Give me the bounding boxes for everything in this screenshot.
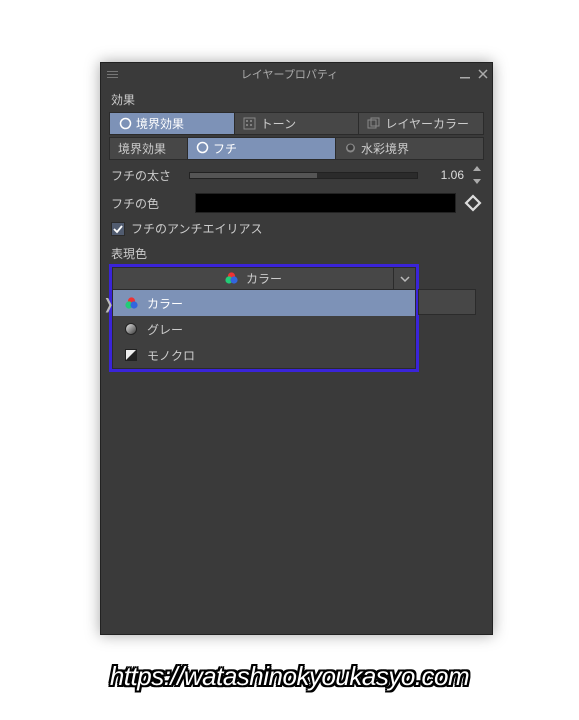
border-effect-subtabs: 境界効果 フチ 水彩境界 <box>109 137 484 160</box>
circle-icon <box>118 117 132 131</box>
subtab-watercolor[interactable]: 水彩境界 <box>336 138 483 159</box>
effects-tabbar: 境界効果 トーン レイ <box>109 112 484 135</box>
panel-title: レイヤープロパティ <box>123 66 456 82</box>
layer-property-panel: レイヤープロパティ 効果 境界効果 <box>100 62 493 635</box>
tone-icon <box>243 117 257 131</box>
minimize-button[interactable] <box>456 65 474 83</box>
titlebar[interactable]: レイヤープロパティ <box>101 63 492 85</box>
expression-dropdown-list: カラー グレー <box>112 290 416 369</box>
edge-color-swatch[interactable] <box>195 193 456 213</box>
subtab-edge[interactable]: フチ <box>188 138 336 159</box>
hamburger-icon[interactable] <box>101 63 123 85</box>
tab-layer-color[interactable]: レイヤーカラー <box>359 113 483 134</box>
chevron-down-icon[interactable] <box>473 179 481 184</box>
tab-label: トーン <box>261 115 296 132</box>
thickness-label: フチの太さ <box>109 167 189 184</box>
panel-content: 効果 境界効果 トーン <box>101 85 492 380</box>
thickness-stepper[interactable] <box>470 166 484 184</box>
color-rgb-icon <box>123 295 139 311</box>
edge-color-label: フチの色 <box>109 195 189 212</box>
subtab-label: フチ <box>213 140 237 157</box>
monochrome-icon <box>123 347 139 363</box>
tab-label: レイヤーカラー <box>385 115 469 132</box>
option-label: カラー <box>147 295 183 312</box>
close-button[interactable] <box>474 65 492 83</box>
subtab-lead-label: 境界効果 <box>110 138 188 159</box>
dropdown-selected: カラー <box>246 270 282 287</box>
expand-caret-icon[interactable]: ❯ <box>104 296 113 313</box>
thickness-value[interactable]: 1.06 <box>424 168 464 182</box>
antialias-row[interactable]: フチのアンチエイリアス <box>109 220 484 237</box>
thickness-row: フチの太さ 1.06 <box>109 166 484 184</box>
slider-fill <box>190 173 317 178</box>
thickness-slider[interactable] <box>189 172 418 179</box>
option-label: グレー <box>147 321 183 338</box>
chevron-down-icon[interactable] <box>393 268 415 289</box>
expression-label: 表現色 <box>109 245 484 262</box>
obscured-row-fragment <box>418 289 476 315</box>
tab-tone[interactable]: トーン <box>235 113 360 134</box>
watercolor-icon <box>344 141 357 157</box>
layer-color-icon <box>367 117 381 131</box>
option-gray[interactable]: グレー <box>113 316 415 342</box>
effects-label: 効果 <box>111 91 484 108</box>
option-label: モノクロ <box>147 347 195 364</box>
color-rgb-icon <box>224 271 240 287</box>
tab-label: 境界効果 <box>136 115 184 132</box>
chevron-up-icon[interactable] <box>473 166 481 171</box>
option-color[interactable]: カラー <box>113 290 415 316</box>
circle-icon <box>196 141 209 157</box>
edge-color-row: フチの色 <box>109 192 484 214</box>
antialias-label: フチのアンチエイリアス <box>131 220 263 237</box>
antialias-checkbox[interactable] <box>111 222 125 236</box>
option-monochrome[interactable]: モノクロ <box>113 342 415 368</box>
expression-dropdown[interactable]: カラー <box>112 267 416 290</box>
color-picker-button[interactable] <box>462 192 484 214</box>
tab-border-effect[interactable]: 境界効果 <box>110 113 235 134</box>
subtab-label: 水彩境界 <box>361 140 409 157</box>
watermark-text: https://watashinokyoukasyo.com <box>0 661 579 692</box>
gray-circle-icon <box>123 321 139 337</box>
expression-dropdown-highlight: カラー カラー <box>109 264 419 372</box>
